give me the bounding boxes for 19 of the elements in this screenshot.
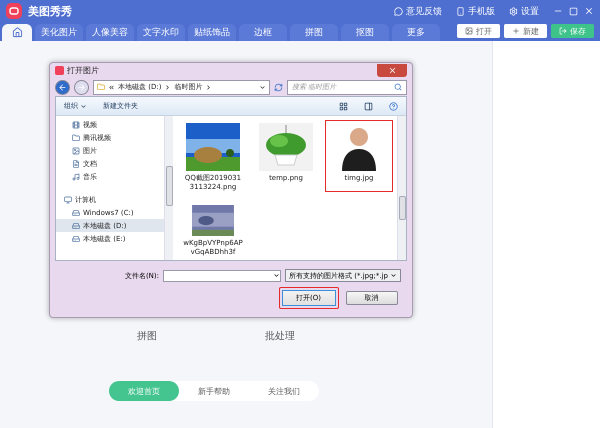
- nav-tab[interactable]: 抠图: [341, 24, 389, 41]
- feature-label[interactable]: 拼图: [137, 329, 157, 343]
- header-link[interactable]: 意见反馈: [394, 4, 442, 18]
- nav-tab[interactable]: 边框: [239, 24, 287, 41]
- dialog-title: 打开图片: [67, 64, 99, 76]
- bottom-tab[interactable]: 关注我们: [249, 381, 319, 401]
- new-button[interactable]: 新建: [504, 24, 547, 38]
- nav-tab[interactable]: 贴纸饰品: [188, 24, 236, 41]
- app-title: 美图秀秀: [28, 4, 73, 18]
- open-button[interactable]: 打开: [457, 24, 500, 38]
- nav-tab[interactable]: 更多: [392, 24, 440, 41]
- bottom-tab[interactable]: 新手帮助: [179, 381, 249, 401]
- header-link[interactable]: 设置: [509, 4, 539, 18]
- header-link[interactable]: 手机版: [456, 4, 495, 18]
- nav-tab[interactable]: 美化图片: [35, 24, 83, 41]
- nav-tab[interactable]: 人像美容: [86, 24, 134, 41]
- nav-tab[interactable]: 拼图: [290, 24, 338, 41]
- nav-tab[interactable]: 文字水印: [137, 24, 185, 41]
- feature-label[interactable]: 批处理: [265, 329, 295, 343]
